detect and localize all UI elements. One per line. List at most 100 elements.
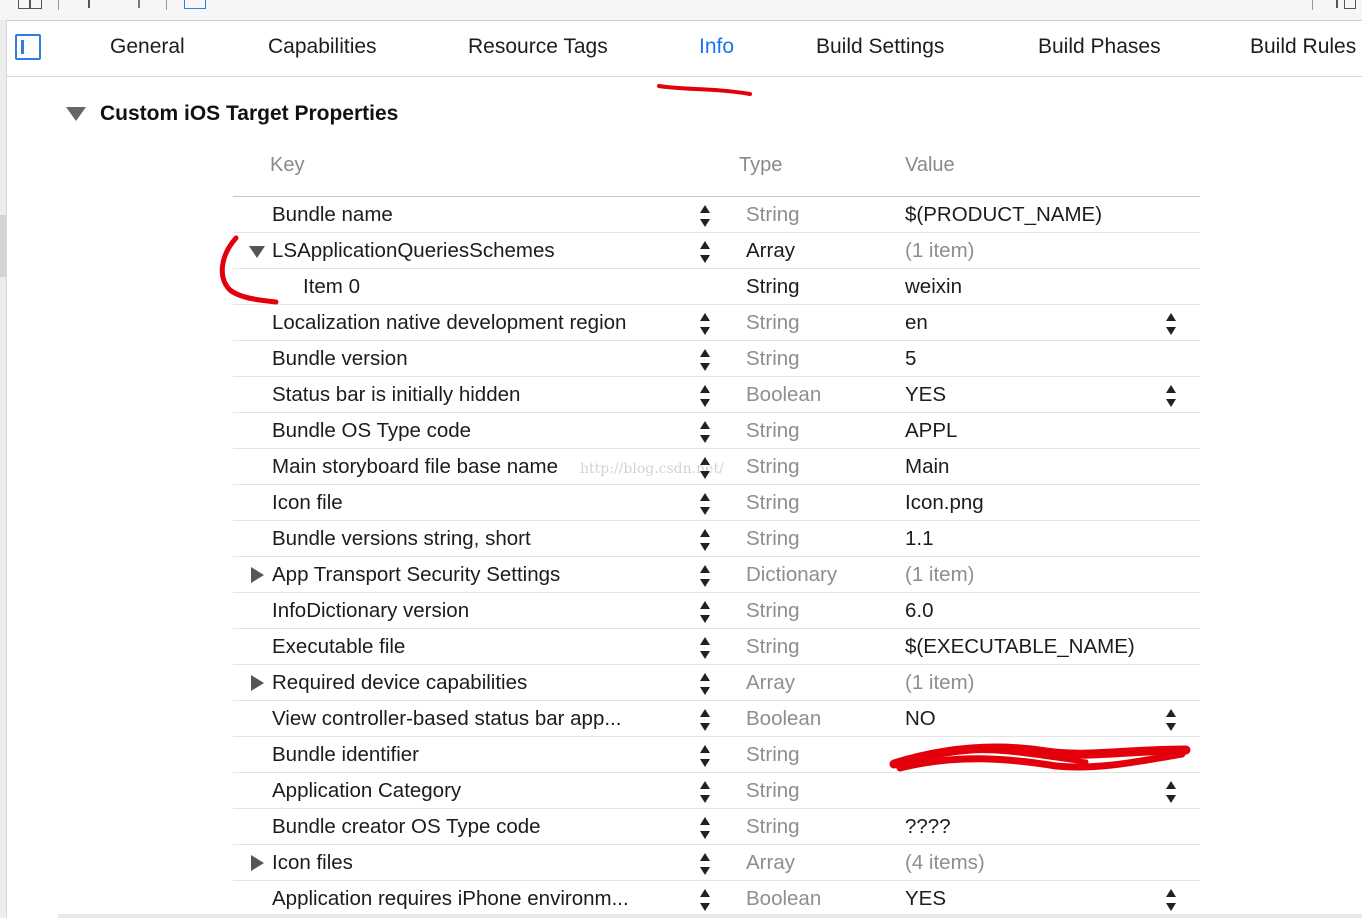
row-value[interactable]: ???? bbox=[905, 815, 951, 839]
section-disclosure-triangle[interactable] bbox=[66, 107, 86, 121]
tab-capabilities[interactable]: Capabilities bbox=[268, 35, 377, 59]
value-stepper-icon[interactable] bbox=[1165, 888, 1177, 912]
value-stepper-icon[interactable] bbox=[1165, 708, 1177, 732]
value-stepper-icon[interactable] bbox=[1165, 312, 1177, 336]
table-row[interactable]: Application requires iPhone environm... … bbox=[233, 881, 1200, 916]
row-type[interactable]: Array bbox=[746, 671, 795, 695]
row-value[interactable]: YES bbox=[905, 383, 946, 407]
key-stepper-icon[interactable] bbox=[699, 564, 711, 588]
table-row[interactable]: Bundle version String 5 bbox=[233, 341, 1200, 377]
table-row[interactable]: Bundle OS Type code String APPL bbox=[233, 413, 1200, 449]
row-type[interactable]: String bbox=[746, 599, 800, 623]
row-key: Status bar is initially hidden bbox=[272, 383, 521, 406]
sidebar-toggle-icon[interactable] bbox=[15, 34, 41, 60]
key-stepper-icon[interactable] bbox=[699, 240, 711, 264]
row-type[interactable]: String bbox=[746, 743, 800, 767]
table-row[interactable]: Localization native development region S… bbox=[233, 305, 1200, 341]
key-stepper-icon[interactable] bbox=[699, 204, 711, 228]
row-value[interactable]: $(PRODUCT_NAME) bbox=[905, 203, 1102, 227]
row-value[interactable]: $(EXECUTABLE_NAME) bbox=[905, 635, 1135, 659]
table-row[interactable]: Executable file String $(EXECUTABLE_NAME… bbox=[233, 629, 1200, 665]
row-value[interactable]: Main bbox=[905, 455, 949, 479]
key-stepper-icon[interactable] bbox=[699, 492, 711, 516]
grid-icon[interactable] bbox=[18, 0, 30, 9]
key-stepper-icon[interactable] bbox=[699, 636, 711, 660]
key-stepper-icon[interactable] bbox=[699, 816, 711, 840]
row-value[interactable]: 1.1 bbox=[905, 527, 934, 551]
file-icon[interactable] bbox=[184, 0, 206, 9]
tab-build-rules[interactable]: Build Rules bbox=[1250, 35, 1356, 59]
forward-arrow-icon[interactable] bbox=[132, 0, 140, 8]
grid-icon[interactable] bbox=[30, 0, 42, 9]
row-type[interactable]: String bbox=[746, 419, 800, 443]
key-stepper-icon[interactable] bbox=[699, 852, 711, 876]
table-row[interactable]: View controller-based status bar app... … bbox=[233, 701, 1200, 737]
row-type[interactable]: String bbox=[746, 815, 800, 839]
tab-build-phases[interactable]: Build Phases bbox=[1038, 35, 1161, 59]
back-arrow-icon[interactable] bbox=[88, 0, 96, 8]
key-stepper-icon[interactable] bbox=[699, 708, 711, 732]
table-row[interactable]: InfoDictionary version String 6.0 bbox=[233, 593, 1200, 629]
key-stepper-icon[interactable] bbox=[699, 780, 711, 804]
row-type[interactable]: Boolean bbox=[746, 887, 821, 911]
disclosure-collapsed-icon[interactable] bbox=[251, 567, 264, 583]
row-type[interactable]: Array bbox=[746, 239, 795, 263]
table-row[interactable]: Status bar is initially hidden Boolean Y… bbox=[233, 377, 1200, 413]
value-stepper-icon[interactable] bbox=[1165, 780, 1177, 804]
key-stepper-icon[interactable] bbox=[699, 348, 711, 372]
column-header-value[interactable]: Value bbox=[905, 154, 955, 177]
row-type[interactable]: String bbox=[746, 275, 800, 299]
key-stepper-icon[interactable] bbox=[699, 888, 711, 912]
tab-build-settings[interactable]: Build Settings bbox=[816, 35, 944, 59]
row-type[interactable]: String bbox=[746, 635, 800, 659]
key-stepper-icon[interactable] bbox=[699, 384, 711, 408]
disclosure-expanded-icon[interactable] bbox=[249, 246, 265, 258]
row-value[interactable]: YES bbox=[905, 887, 946, 911]
row-type[interactable]: Boolean bbox=[746, 383, 821, 407]
row-value[interactable]: weixin bbox=[905, 275, 962, 299]
table-row[interactable]: App Transport Security Settings Dictiona… bbox=[233, 557, 1200, 593]
row-type[interactable]: String bbox=[746, 491, 800, 515]
row-type[interactable]: Boolean bbox=[746, 707, 821, 731]
column-header-type[interactable]: Type bbox=[739, 154, 782, 177]
table-row[interactable]: Bundle identifier String bbox=[233, 737, 1200, 773]
key-stepper-icon[interactable] bbox=[699, 600, 711, 624]
key-stepper-icon[interactable] bbox=[699, 528, 711, 552]
key-stepper-icon[interactable] bbox=[699, 312, 711, 336]
table-row[interactable]: Item 0 String weixin bbox=[233, 269, 1200, 305]
editor-icon[interactable] bbox=[1344, 0, 1356, 9]
table-row[interactable]: Required device capabilities Array (1 it… bbox=[233, 665, 1200, 701]
table-row[interactable]: Bundle versions string, short String 1.1 bbox=[233, 521, 1200, 557]
row-value[interactable]: en bbox=[905, 311, 928, 335]
row-type[interactable]: String bbox=[746, 311, 800, 335]
tab-info[interactable]: Info bbox=[699, 35, 734, 59]
row-value[interactable]: APPL bbox=[905, 419, 957, 443]
row-type[interactable]: String bbox=[746, 455, 800, 479]
tab-resource-tags[interactable]: Resource Tags bbox=[468, 35, 608, 59]
row-type[interactable]: Dictionary bbox=[746, 563, 837, 587]
column-header-key[interactable]: Key bbox=[270, 154, 304, 177]
row-value[interactable]: 6.0 bbox=[905, 599, 934, 623]
key-stepper-icon[interactable] bbox=[699, 744, 711, 768]
disclosure-collapsed-icon[interactable] bbox=[251, 855, 264, 871]
row-value[interactable]: 5 bbox=[905, 347, 916, 371]
key-stepper-icon[interactable] bbox=[699, 672, 711, 696]
value-stepper-icon[interactable] bbox=[1165, 384, 1177, 408]
row-value[interactable]: NO bbox=[905, 707, 936, 731]
tab-general[interactable]: General bbox=[110, 35, 185, 59]
chevron-icon[interactable] bbox=[1330, 0, 1338, 8]
key-stepper-icon[interactable] bbox=[699, 420, 711, 444]
table-row[interactable]: Bundle name String $(PRODUCT_NAME) bbox=[233, 197, 1200, 233]
row-type[interactable]: String bbox=[746, 527, 800, 551]
disclosure-collapsed-icon[interactable] bbox=[251, 675, 264, 691]
table-row[interactable]: Bundle creator OS Type code String ???? bbox=[233, 809, 1200, 845]
row-type[interactable]: String bbox=[746, 347, 800, 371]
table-row[interactable]: Application Category String bbox=[233, 773, 1200, 809]
row-type[interactable]: String bbox=[746, 203, 800, 227]
table-row[interactable]: Icon files Array (4 items) bbox=[233, 845, 1200, 881]
table-row[interactable]: LSApplicationQueriesSchemes Array (1 ite… bbox=[233, 233, 1200, 269]
row-type[interactable]: String bbox=[746, 779, 800, 803]
table-row[interactable]: Icon file String Icon.png bbox=[233, 485, 1200, 521]
row-value[interactable]: Icon.png bbox=[905, 491, 984, 515]
row-type[interactable]: Array bbox=[746, 851, 795, 875]
